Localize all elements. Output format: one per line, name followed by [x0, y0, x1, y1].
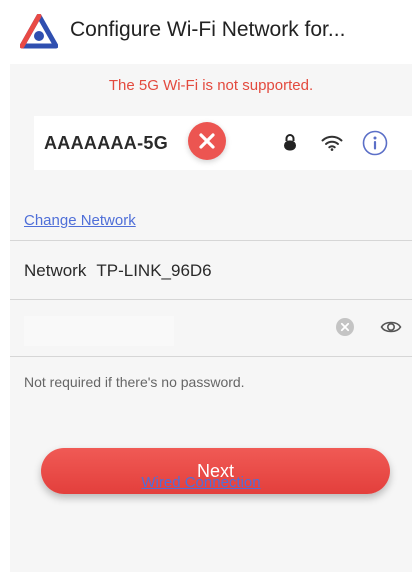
unsupported-warning: The 5G Wi-Fi is not supported. [108, 77, 314, 94]
divider [10, 240, 412, 241]
selected-network-card[interactable]: AAAAAAA-5G [34, 116, 412, 170]
app-logo-icon [20, 14, 58, 49]
network-value: TP-LINK_96D6 [96, 261, 212, 280]
change-network-link[interactable]: Change Network [24, 210, 136, 232]
network-ssid: AAAAAAA-5G [44, 133, 168, 153]
network-label: Network [24, 261, 87, 280]
info-icon[interactable] [362, 130, 388, 156]
password-hint: Not required if there's no password. [24, 374, 245, 390]
network-row: Network TP-LINK_96D6 [24, 260, 212, 282]
close-icon [188, 122, 226, 160]
wired-connection-link[interactable]: Wired Connection [0, 472, 412, 494]
divider [10, 299, 412, 300]
wired-connection-label: Wired Connection [141, 474, 261, 491]
lock-icon [284, 134, 296, 151]
config-content: The 5G Wi-Fi is not supported. AAAAAAA-5… [10, 64, 412, 572]
app-header: Configure Wi-Fi Network for... [0, 0, 412, 64]
divider [10, 356, 412, 357]
page-title: Configure Wi-Fi Network for... [70, 18, 346, 41]
show-password-eye-icon[interactable] [380, 319, 402, 335]
wifi-icon [321, 135, 343, 151]
clear-input-icon[interactable] [336, 318, 354, 336]
password-input[interactable] [24, 316, 174, 346]
